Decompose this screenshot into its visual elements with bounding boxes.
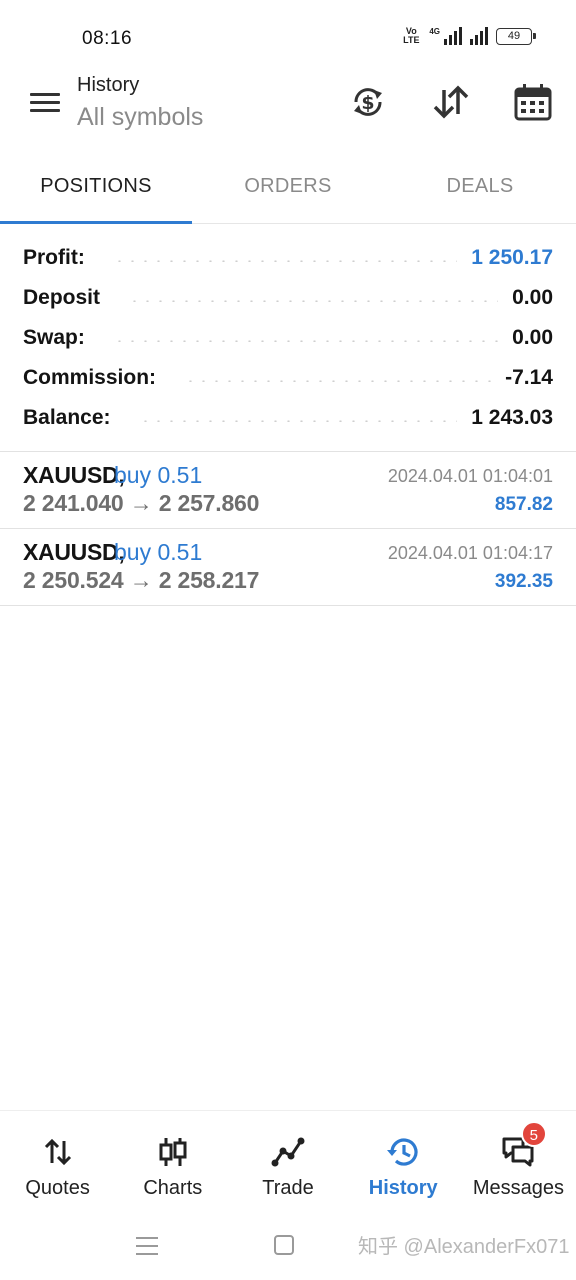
signal-icon-sim1	[444, 27, 462, 45]
summary-row-balance: Balance: 1 243.03	[23, 398, 553, 438]
nav-label: Messages	[472, 1177, 564, 1199]
dotted-leader	[112, 260, 458, 262]
status-time: 08:16	[82, 28, 133, 49]
page-title: History	[77, 74, 140, 96]
nav-charts[interactable]: Charts	[115, 1111, 230, 1218]
dotted-leader	[184, 380, 492, 382]
nav-label: Quotes	[25, 1177, 90, 1199]
nav-trade[interactable]: Trade	[230, 1111, 345, 1218]
summary-value: 0.00	[512, 286, 553, 309]
position-time: 2024.04.01 01:04:17	[387, 543, 553, 563]
network-type-icon: 4G	[429, 27, 440, 36]
menu-icon[interactable]	[24, 84, 66, 122]
status-bar: 08:16 Vo LTE 4G 49	[0, 0, 576, 70]
summary-label: Commission:	[23, 366, 157, 389]
position-symbol: XAUUSD,	[23, 539, 125, 565]
position-direction: buy 0.51	[114, 539, 203, 565]
bottom-navigation: Quotes Charts Trade History 5 Messages	[0, 1110, 576, 1218]
position-profit: 857.82	[494, 494, 553, 515]
position-time: 2024.04.01 01:04:01	[387, 466, 553, 486]
recent-apps-icon[interactable]	[136, 1234, 158, 1258]
account-summary: Profit: 1 250.17 Deposit 0.00 Swap: 0.00…	[23, 238, 553, 438]
tab-positions[interactable]: POSITIONS	[0, 150, 192, 224]
dotted-leader	[138, 420, 458, 422]
summary-label: Profit:	[23, 246, 85, 269]
summary-value: 0.00	[512, 326, 553, 349]
tab-orders[interactable]: ORDERS	[192, 150, 384, 223]
summary-value: 1 250.17	[471, 246, 553, 269]
summary-label: Balance:	[23, 406, 111, 429]
summary-label: Swap:	[23, 326, 85, 349]
position-row[interactable]: XAUUSD, buy 0.51 2 250.524 → 2 258.217 2…	[0, 529, 576, 605]
tab-bar: POSITIONS ORDERS DEALS	[0, 150, 576, 224]
nav-label: Trade	[262, 1177, 314, 1199]
status-icons: Vo LTE 4G 49	[401, 26, 536, 45]
nav-label: History	[368, 1177, 438, 1199]
watermark: 知乎 @AlexanderFx071	[358, 1236, 570, 1258]
summary-row-deposit: Deposit 0.00	[23, 278, 553, 318]
position-direction: buy 0.51	[114, 462, 203, 488]
summary-label: Deposit	[23, 286, 101, 309]
signal-icon-sim2	[470, 27, 488, 45]
home-icon[interactable]	[274, 1235, 294, 1255]
unread-badge: 5	[520, 1121, 547, 1147]
charts-icon	[159, 1138, 187, 1166]
dotted-leader	[128, 300, 499, 302]
app-header: History All symbols $	[0, 70, 576, 150]
nav-quotes[interactable]: Quotes	[0, 1111, 115, 1218]
position-prices: 2 241.040 → 2 257.860	[23, 490, 260, 516]
nav-label: Charts	[143, 1177, 203, 1199]
position-profit: 392.35	[494, 571, 553, 592]
position-prices: 2 250.524 → 2 258.217	[23, 567, 260, 593]
summary-value: 1 243.03	[471, 406, 553, 429]
history-icon	[387, 1138, 418, 1166]
nav-messages[interactable]: 5 Messages	[461, 1111, 576, 1218]
divider	[0, 605, 576, 606]
summary-row-profit: Profit: 1 250.17	[23, 238, 553, 278]
position-symbol: XAUUSD,	[23, 462, 125, 488]
position-row[interactable]: XAUUSD, buy 0.51 2 241.040 → 2 257.860 2…	[0, 452, 576, 528]
nav-history[interactable]: History	[346, 1111, 461, 1218]
tab-deals[interactable]: DEALS	[384, 150, 576, 223]
calendar-icon[interactable]	[513, 82, 553, 122]
summary-value: -7.14	[505, 366, 553, 389]
quotes-icon	[44, 1138, 71, 1166]
volte-icon: Vo LTE	[403, 26, 420, 45]
summary-row-swap: Swap: 0.00	[23, 318, 553, 358]
system-navigation-bar: 知乎 @AlexanderFx071	[0, 1218, 576, 1280]
battery-icon: 49	[496, 27, 536, 45]
symbol-filter[interactable]: All symbols	[77, 103, 203, 132]
dotted-leader	[112, 340, 499, 342]
svg-text:$: $	[361, 92, 374, 114]
currency-exchange-icon[interactable]: $	[348, 82, 388, 122]
summary-row-commission: Commission: -7.14	[23, 358, 553, 398]
trade-icon	[271, 1137, 305, 1167]
sort-icon[interactable]	[431, 82, 471, 122]
